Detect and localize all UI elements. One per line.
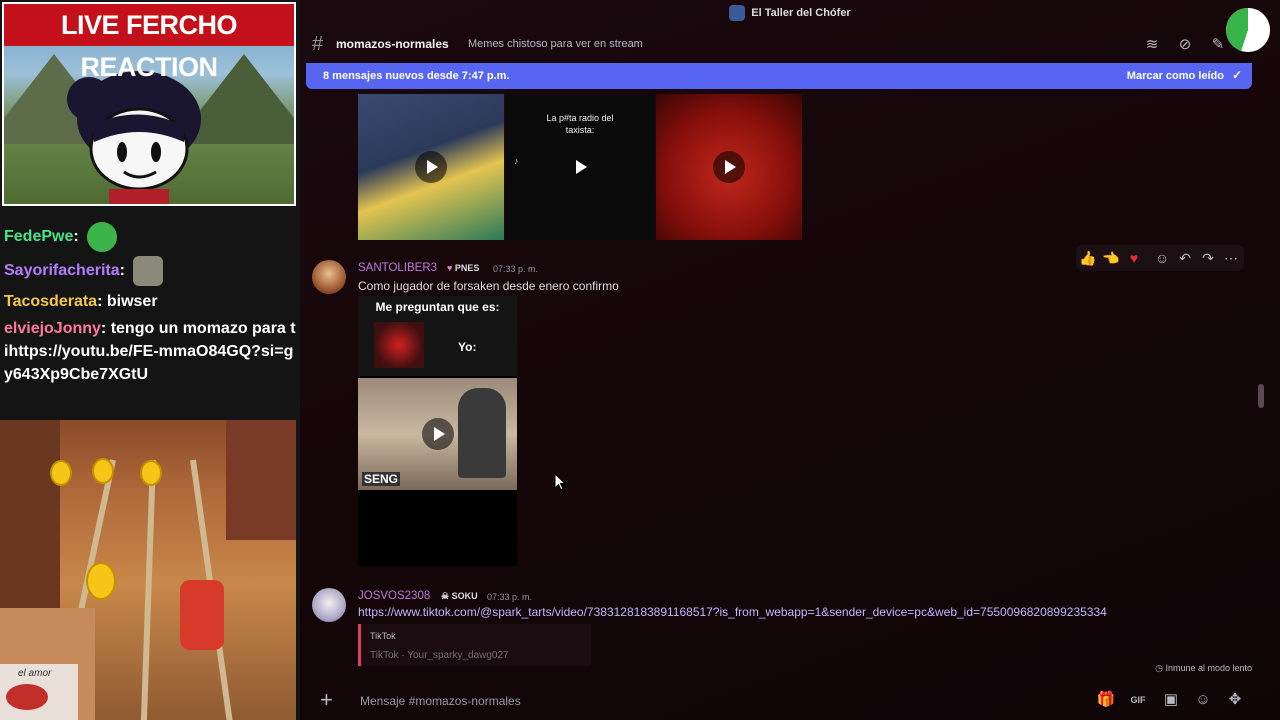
- message-hover-toolbar: 👍 👈 ♥ ☺ ↶ ↷ ⋯: [1076, 245, 1244, 271]
- meme-header: Me preguntan que es: Yo:: [358, 296, 517, 376]
- mark-read-icon[interactable]: ✓: [1232, 68, 1242, 82]
- tiktok-logo-icon: ♪: [514, 156, 519, 166]
- cat-emote-icon: [133, 256, 164, 286]
- meme-yo-text: Yo:: [458, 340, 477, 354]
- window-title: El Taller del Chófer: [751, 7, 851, 19]
- meme-top-text: Me preguntan que es:: [375, 300, 500, 314]
- message-username[interactable]: JOSVOS2308: [358, 590, 430, 602]
- threads-icon[interactable]: ≋: [1142, 35, 1162, 55]
- play-icon[interactable]: [564, 151, 596, 183]
- gift-icon[interactable]: 🎁: [1096, 690, 1116, 710]
- heart-icon[interactable]: ♥: [1124, 248, 1144, 268]
- timer-icon: ◷: [1155, 663, 1163, 673]
- runner-character: [180, 580, 224, 650]
- coin-icon: [92, 458, 114, 484]
- mute-bell-icon[interactable]: ⊘: [1175, 35, 1195, 55]
- slowmode-indicator: ◷ Inmune al modo lento: [1155, 663, 1252, 673]
- inset-sticker: el amor: [0, 664, 78, 720]
- chat-username: Tacosderata: [4, 293, 98, 310]
- channel-name: momazos-normales: [336, 37, 449, 51]
- play-icon[interactable]: [713, 151, 745, 183]
- chat-message: Tacosderata: biwser: [4, 293, 158, 310]
- chat-username: elviejoJonny: [4, 320, 101, 337]
- apps-icon[interactable]: ✥: [1225, 690, 1245, 710]
- meme-image: [374, 322, 424, 368]
- green-pepe-emote-icon: [87, 222, 118, 252]
- coin-icon: [140, 460, 162, 486]
- video-caption: La p#ta radio del taxista:: [546, 113, 614, 135]
- message-timestamp: 07:33 p. m.: [487, 592, 533, 602]
- stream-chat: FedePwe: Sayorifacherita: Tacosderata: b…: [4, 222, 296, 390]
- new-messages-banner[interactable]: 8 mensajes nuevos desde 7:47 p.m. Marcar…: [306, 63, 1252, 89]
- play-icon[interactable]: [415, 151, 447, 183]
- pin-icon[interactable]: ✎: [1208, 35, 1228, 55]
- meme-video-attachment[interactable]: Me preguntan que es: Yo: SENG: [358, 296, 517, 566]
- message-username[interactable]: SANTOLIBER3: [358, 262, 437, 274]
- message-input[interactable]: [358, 690, 1062, 712]
- window-titlebar: El Taller del Chófer: [300, 0, 1280, 26]
- meme-character: [458, 388, 506, 478]
- stream-overlay: LIVE FERCHO REACTION FedePwe: Sayorifach…: [0, 0, 300, 720]
- channel-topic[interactable]: Memes chistoso para ver en stream: [468, 38, 643, 50]
- webcam-frame: LIVE FERCHO REACTION: [2, 2, 296, 206]
- avatar[interactable]: [312, 588, 346, 622]
- server-icon: [729, 5, 746, 22]
- point-icon[interactable]: 👈: [1101, 248, 1121, 268]
- meme-video-frame[interactable]: SENG: [358, 378, 517, 490]
- sticker-shape: [6, 684, 48, 710]
- message-timestamp: 07:33 p. m.: [493, 264, 539, 274]
- reply-icon[interactable]: ↶: [1175, 248, 1195, 268]
- more-options-icon[interactable]: ⋯: [1221, 248, 1241, 268]
- hash-icon: #: [312, 33, 324, 55]
- chat-text: biwser: [106, 293, 158, 310]
- message-composer: + 🎁 GIF ▣ ☺ ✥: [306, 680, 1252, 720]
- message-text: Como jugador de forsaken desde enero con…: [358, 279, 619, 293]
- embed-title[interactable]: TikTok · Your_sparky_dawg027: [370, 650, 509, 661]
- channel-header: # momazos-normales Memes chistoso para v…: [300, 30, 1280, 60]
- video-attachment[interactable]: [358, 94, 504, 240]
- link-embed[interactable]: TikTok TikTok · Your_sparky_dawg027: [358, 624, 591, 666]
- video-attachment[interactable]: [656, 94, 802, 240]
- stream-title-banner: LIVE FERCHO REACTION: [4, 4, 294, 82]
- thumbs-up-icon[interactable]: 👍: [1078, 248, 1098, 268]
- chat-username: Sayorifacherita: [4, 262, 120, 280]
- sticker-text: el amor: [18, 668, 52, 679]
- building-right: [226, 420, 296, 540]
- message-link[interactable]: https://www.tiktok.com/@spark_tarts/vide…: [358, 605, 1107, 619]
- guild-tag: ☠ SOKU: [441, 591, 478, 601]
- rail: [140, 459, 156, 720]
- meme-bottom-text: SENG: [362, 472, 401, 486]
- forward-icon[interactable]: ↷: [1198, 248, 1218, 268]
- play-icon[interactable]: [421, 418, 454, 450]
- chat-message: FedePwe:: [4, 222, 296, 252]
- guild-tag: ♥ PNES: [447, 263, 480, 273]
- mark-as-read-button[interactable]: Marcar como leído: [1127, 70, 1224, 82]
- new-messages-text[interactable]: 8 mensajes nuevos desde 7:47 p.m.: [323, 70, 509, 82]
- coin-icon: [86, 562, 116, 600]
- embed-provider: TikTok: [370, 631, 396, 641]
- scrollbar-thumb[interactable]: [1258, 384, 1264, 408]
- chat-message: elviejoJonny: tengo un momazo para tihtt…: [4, 320, 296, 383]
- gif-icon[interactable]: GIF: [1128, 690, 1148, 710]
- video-attachment[interactable]: La p#ta radio del taxista: ♪: [506, 94, 654, 240]
- sticker-icon[interactable]: ▣: [1161, 690, 1181, 710]
- chat-message: Sayorifacherita:: [4, 256, 296, 286]
- chat-username: FedePwe: [4, 228, 74, 246]
- coin-icon: [50, 460, 72, 486]
- discord-window: El Taller del Chófer # momazos-normales …: [300, 0, 1280, 720]
- gameplay-footage: el amor: [0, 420, 296, 720]
- add-attachment-button[interactable]: +: [320, 686, 333, 714]
- avatar[interactable]: [312, 260, 346, 294]
- emoji-icon[interactable]: ☺: [1193, 690, 1213, 710]
- mouse-cursor-icon: [554, 473, 566, 491]
- add-reaction-icon[interactable]: ☺: [1152, 248, 1172, 268]
